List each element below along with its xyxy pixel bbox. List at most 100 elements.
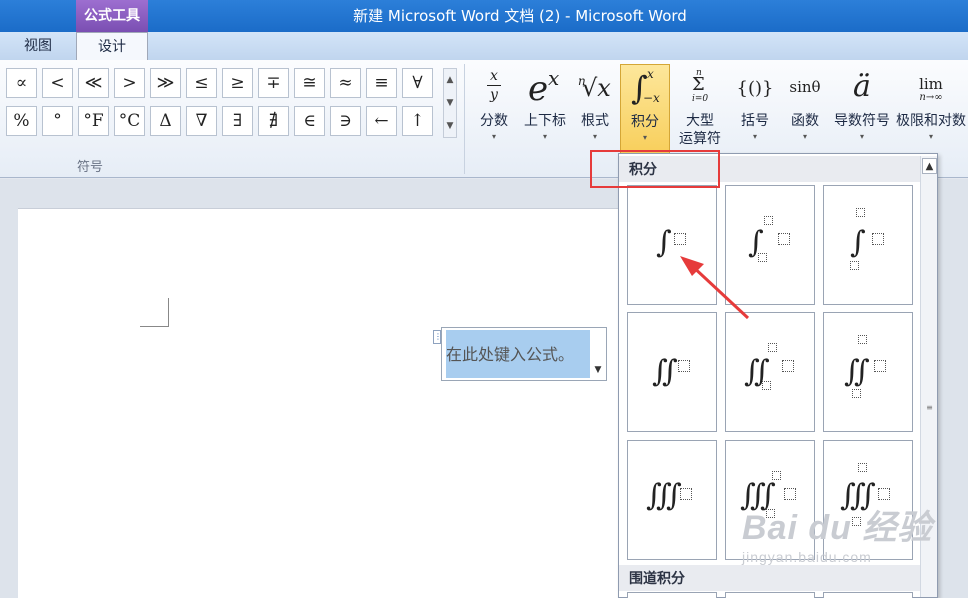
function-button[interactable]: sinθ 函数 ▾: [782, 64, 828, 154]
integral-stacked-limits-tile[interactable]: ∫: [823, 185, 913, 305]
symbol-congruent[interactable]: ≅: [294, 68, 325, 98]
chevron-down-icon: ▾: [642, 133, 647, 142]
symbol-minus-plus[interactable]: ∓: [258, 68, 289, 98]
accent-button[interactable]: ä 导数符号 ▾: [832, 64, 892, 154]
limit-log-button[interactable]: lim n→∞ 极限和对数 ▾: [894, 64, 968, 154]
double-integral-with-limits-tile[interactable]: ∬: [725, 312, 815, 432]
symbol-less-equal[interactable]: ≤: [186, 68, 217, 98]
equation-move-handle[interactable]: ⋮: [433, 330, 442, 344]
fraction-icon: x y: [472, 64, 516, 112]
chevron-down-icon: ▾: [542, 132, 547, 141]
chevron-down-icon: ▾: [752, 132, 757, 141]
placeholder-box: [784, 488, 796, 500]
group-separator: [464, 64, 465, 174]
baidu-jingyan-watermark: Bai du 经验 jingyan.baidu.com: [742, 500, 964, 565]
symbol-left-arrow[interactable]: ←: [366, 106, 397, 136]
symbol-celsius[interactable]: °C: [114, 106, 145, 136]
chevron-down-icon: ▾: [928, 132, 933, 141]
upper-limit-box: [858, 335, 867, 344]
upper-limit-box: [858, 463, 867, 472]
contour-integral-tile[interactable]: [725, 592, 815, 598]
scroll-grip-icon[interactable]: ≡: [924, 402, 935, 414]
superscript-icon: e x: [528, 66, 560, 109]
symbol-much-greater[interactable]: ≫: [150, 68, 181, 98]
placeholder-box: [778, 233, 790, 245]
double-integral-stacked-limits-tile[interactable]: ∬: [823, 312, 913, 432]
symbol-not-exists[interactable]: ∄: [258, 106, 289, 136]
symbol-gallery-scroll[interactable]: ▲ ▼ ▼: [443, 68, 457, 138]
lower-limit-box: [758, 253, 767, 262]
integral-button[interactable]: ∫ x −x 积分 ▾: [620, 64, 670, 154]
upper-limit-box: [764, 216, 773, 225]
chevron-down-icon: ▾: [859, 132, 864, 141]
bracket-button[interactable]: {()} 括号 ▾: [732, 64, 778, 154]
equation-placeholder[interactable]: 在此处键入公式。: [446, 330, 590, 378]
upper-limit-box: [772, 471, 781, 480]
placeholder-box: [782, 360, 794, 372]
symbol-degree[interactable]: °: [42, 106, 73, 136]
integral-icon: ∫: [656, 225, 672, 260]
double-integral-tile[interactable]: ∬: [627, 312, 717, 432]
radical-icon: n √x: [578, 74, 611, 102]
ribbon-tab-row: 视图 设计: [0, 32, 968, 61]
symbol-greater-than[interactable]: >: [114, 68, 145, 98]
gallery-more-icon[interactable]: ▼: [444, 115, 456, 138]
symbol-approx[interactable]: ≈: [330, 68, 361, 98]
contour-integral-tile[interactable]: [627, 592, 717, 598]
symbol-exists[interactable]: ∃: [222, 106, 253, 136]
watermark-url: jingyan.baidu.com: [742, 549, 872, 565]
large-operator-label-2: 运算符: [679, 131, 721, 147]
tab-design[interactable]: 设计: [76, 32, 148, 61]
symbol-element-of[interactable]: ∈: [294, 106, 325, 136]
large-operator-label: 大型: [686, 113, 714, 129]
limit-log-label: 极限和对数: [896, 113, 966, 129]
tab-view[interactable]: 视图: [0, 32, 76, 60]
symbol-for-all[interactable]: ∀: [402, 68, 433, 98]
lower-limit-box: [762, 381, 771, 390]
group-label-symbols: 符号: [76, 160, 103, 175]
symbol-proportional[interactable]: ∝: [6, 68, 37, 98]
placeholder-box: [674, 233, 686, 245]
symbol-identical[interactable]: ≡: [366, 68, 397, 98]
scroll-down-icon[interactable]: ▼: [444, 92, 456, 115]
title-bar: 公式工具 新建 Microsoft Word 文档 (2) - Microsof…: [0, 0, 968, 32]
margin-corner-mark: [140, 298, 169, 327]
fraction-label: 分数: [480, 113, 508, 129]
document-page[interactable]: [18, 208, 618, 598]
symbol-delta[interactable]: Δ: [150, 106, 181, 136]
symbol-up-arrow[interactable]: ↑: [402, 106, 433, 136]
upper-limit-box: [856, 208, 865, 217]
scroll-up-icon[interactable]: ▲: [444, 69, 456, 92]
script-label: 上下标: [524, 113, 566, 129]
radical-label: 根式: [581, 113, 609, 129]
summation-icon: n Σ i=0: [692, 68, 709, 104]
radical-button[interactable]: n √x 根式 ▾: [574, 64, 616, 154]
equation-options-icon[interactable]: ▼: [590, 360, 606, 380]
scroll-up-icon[interactable]: ▲: [922, 158, 937, 174]
contour-integral-tile[interactable]: [823, 592, 913, 598]
symbol-fahrenheit[interactable]: °F: [78, 106, 109, 136]
double-integral-icon: ∬: [652, 354, 678, 389]
large-operator-button[interactable]: n Σ i=0 大型 运算符: [672, 64, 728, 154]
placeholder-box: [872, 233, 884, 245]
chevron-down-icon: ▾: [491, 132, 496, 141]
symbol-less-than[interactable]: <: [42, 68, 73, 98]
symbol-nabla[interactable]: ∇: [186, 106, 217, 136]
lower-limit-box: [852, 389, 861, 398]
chevron-down-icon: ▾: [802, 132, 807, 141]
triple-integral-tile[interactable]: ∭: [627, 440, 717, 560]
window-title: 新建 Microsoft Word 文档 (2) - Microsoft Wor…: [353, 7, 687, 25]
symbol-contains[interactable]: ∋: [330, 106, 361, 136]
integral-with-limits-tile[interactable]: ∫: [725, 185, 815, 305]
integral-label: 积分: [631, 114, 659, 130]
symbol-much-less[interactable]: ≪: [78, 68, 109, 98]
integral-tile[interactable]: ∫: [627, 185, 717, 305]
symbol-percent[interactable]: %: [6, 106, 37, 136]
script-button[interactable]: e x 上下标 ▾: [518, 64, 572, 154]
placeholder-box: [874, 360, 886, 372]
accent-icon: ä: [853, 69, 871, 104]
equation-container[interactable]: 在此处键入公式。 ▼: [441, 327, 607, 381]
fraction-button[interactable]: x y 分数 ▾: [472, 64, 516, 154]
function-icon: sinθ: [789, 78, 821, 96]
symbol-greater-equal[interactable]: ≥: [222, 68, 253, 98]
